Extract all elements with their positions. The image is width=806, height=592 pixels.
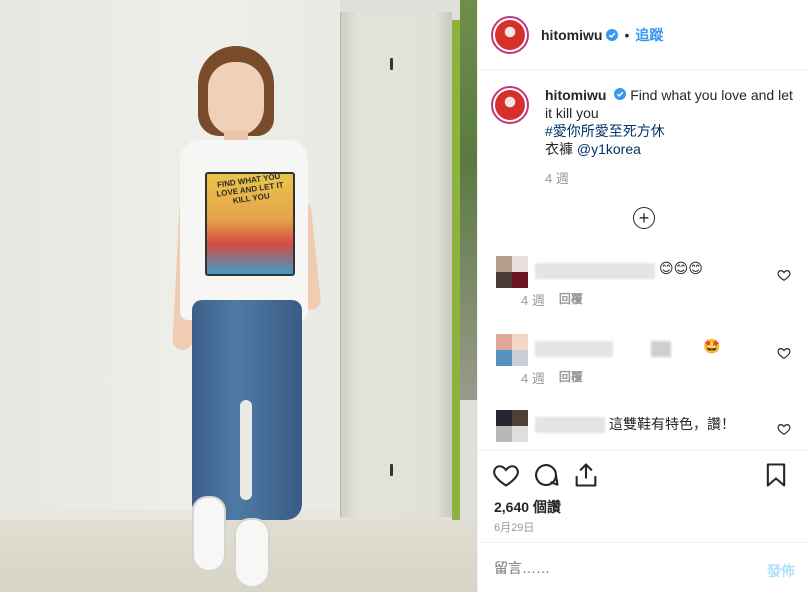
cabinet-handle	[390, 464, 393, 476]
post-photo[interactable]: FIND WHAT YOU LOVE AND LET IT KILL YOU	[0, 0, 477, 592]
post-comment-button[interactable]: 發佈	[767, 561, 795, 581]
post-caption: hitomiwu Find what you love and let it k…	[491, 86, 796, 188]
post-actions: 2,640 個讚 6月29日	[478, 450, 806, 542]
commenter-avatar[interactable]	[496, 334, 528, 366]
comment-time[interactable]: 4 週	[521, 290, 545, 309]
post-date[interactable]: 6月29日	[494, 519, 534, 535]
author-username[interactable]: hitomiwu	[541, 27, 602, 43]
caption-hashtag[interactable]: #愛你所愛至死方休	[545, 123, 665, 139]
commenter-username-blurred[interactable]	[535, 263, 655, 279]
comment-input[interactable]	[494, 560, 734, 576]
comment-item: 這雙鞋有特色，讚！	[491, 410, 801, 450]
photo-cabinet	[340, 12, 452, 517]
separator-dot: •	[624, 26, 630, 43]
comment-text-blurred	[651, 341, 671, 357]
reply-button[interactable]: 回覆	[559, 368, 583, 387]
commenter-avatar[interactable]	[496, 410, 528, 442]
person-shoe-left	[192, 496, 226, 572]
verified-badge-icon	[606, 28, 619, 41]
comment-meta: 4 週 回覆	[521, 368, 583, 387]
comment-item: 😊😊😊 4 週 回覆	[491, 256, 801, 326]
comment-box: 發佈	[478, 542, 806, 592]
person-face	[208, 62, 264, 136]
photo-plant	[460, 0, 477, 400]
comment-bubble-icon[interactable]	[532, 461, 560, 489]
likes-count[interactable]: 2,640 個讚	[494, 497, 561, 517]
bookmark-icon[interactable]	[762, 461, 790, 489]
reply-button[interactable]: 回覆	[559, 290, 583, 309]
verified-badge-icon	[614, 88, 627, 100]
caption-credit-prefix: 衣褲	[545, 141, 577, 157]
cabinet-handle	[390, 58, 393, 70]
post-header: hitomiwu • 追蹤	[478, 0, 806, 70]
photo-cabinet-edge	[452, 20, 460, 520]
comment-text: 🤩	[703, 338, 721, 354]
person-shoe-right	[234, 518, 270, 588]
caption-body: hitomiwu Find what you love and let it k…	[545, 86, 795, 188]
caption-mention[interactable]: @y1korea	[577, 141, 641, 157]
comment-text: 這雙鞋有特色，讚！	[609, 416, 735, 432]
caption-username[interactable]: hitomiwu	[545, 87, 606, 103]
instagram-post: FIND WHAT YOU LOVE AND LET IT KILL YOU h…	[0, 0, 806, 592]
comment-time[interactable]: 4 週	[521, 368, 545, 387]
commenter-username-blurred[interactable]	[535, 341, 613, 357]
follow-button[interactable]: 追蹤	[635, 25, 663, 45]
comment-text: 😊😊😊	[659, 260, 703, 276]
comment-like-icon[interactable]	[777, 346, 791, 360]
comment-like-icon[interactable]	[777, 422, 791, 436]
author-avatar[interactable]	[491, 15, 529, 54]
like-heart-icon[interactable]	[492, 461, 520, 489]
jeans-leg-gap	[240, 400, 252, 500]
caption-avatar[interactable]	[491, 86, 529, 124]
post-side-panel: hitomiwu • 追蹤 hitomiwu Find what you lov…	[477, 0, 806, 592]
comment-like-icon[interactable]	[777, 268, 791, 282]
comment-item: 🤩 4 週 回覆	[491, 334, 801, 404]
caption-time[interactable]: 4 週	[545, 170, 795, 188]
commenter-username-blurred[interactable]	[535, 417, 605, 433]
comment-meta: 4 週 回覆	[521, 290, 583, 309]
commenter-avatar[interactable]	[496, 256, 528, 288]
share-icon[interactable]	[572, 461, 600, 489]
load-more-comments-icon[interactable]: +	[633, 207, 655, 229]
